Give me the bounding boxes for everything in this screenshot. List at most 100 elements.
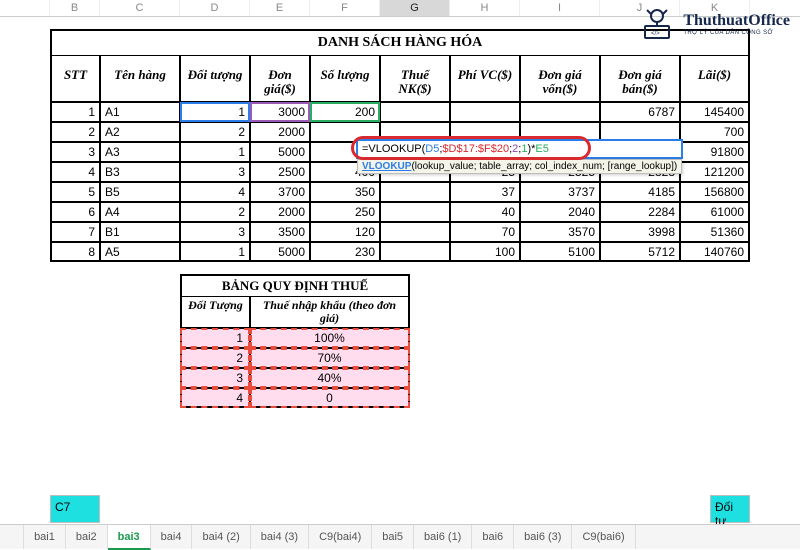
cell-dg[interactable]: 5000	[250, 242, 310, 262]
cell-dg[interactable]: 3000	[250, 102, 310, 122]
tax-cell-dt[interactable]: 4	[180, 388, 250, 408]
cell-phi[interactable]: 37	[450, 182, 520, 202]
col-thue: Thuế NK($)	[380, 55, 450, 102]
cell-thue[interactable]	[380, 182, 450, 202]
cell-dt[interactable]: 3	[180, 222, 250, 242]
cell-stt[interactable]: 5	[50, 182, 100, 202]
cell-doituong-frag[interactable]: Đối tư	[710, 495, 750, 523]
sheet-tab[interactable]: bai6 (1)	[414, 525, 472, 549]
cell-sl[interactable]: 200	[310, 102, 380, 122]
sheet-tab[interactable]: bai2	[66, 525, 108, 549]
cell-dg[interactable]: 2000	[250, 202, 310, 222]
cell-phi[interactable]: 70	[450, 222, 520, 242]
cell-stt[interactable]: 2	[50, 122, 100, 142]
cell-ban[interactable]: 2284	[600, 202, 680, 222]
cell-dt[interactable]: 4	[180, 182, 250, 202]
cell-lai[interactable]: 121200	[680, 162, 750, 182]
tax-cell-pct[interactable]: 100%	[250, 328, 410, 348]
cell-ten[interactable]: A3	[100, 142, 180, 162]
col-header[interactable]: F	[310, 0, 380, 16]
cell-phi[interactable]: 40	[450, 202, 520, 222]
cell-ten[interactable]: A1	[100, 102, 180, 122]
cell-dg[interactable]: 2500	[250, 162, 310, 182]
tax-cell-dt[interactable]: 3	[180, 368, 250, 388]
sheet-tab[interactable]: C9(bai4)	[309, 525, 372, 549]
cell-stt[interactable]: 8	[50, 242, 100, 262]
cell-dt[interactable]: 1	[180, 102, 250, 122]
cell-sl[interactable]: 350	[310, 182, 380, 202]
tax-cell-pct[interactable]: 40%	[250, 368, 410, 388]
col-header[interactable]: D	[180, 0, 250, 16]
cell-stt[interactable]: 3	[50, 142, 100, 162]
cell-lai[interactable]: 91800	[680, 142, 750, 162]
cell-dt[interactable]: 1	[180, 142, 250, 162]
sheet-tab[interactable]: bai1	[24, 525, 66, 549]
cell-lai[interactable]: 700	[680, 122, 750, 142]
cell-thue[interactable]	[380, 202, 450, 222]
cell-stt[interactable]: 1	[50, 102, 100, 122]
col-header[interactable]: B	[50, 0, 100, 16]
cell-lai[interactable]: 140760	[680, 242, 750, 262]
sheet-tab[interactable]: bai4	[151, 525, 193, 549]
cell-stt[interactable]: 7	[50, 222, 100, 242]
cell-von[interactable]	[520, 102, 600, 122]
cell-lai[interactable]: 51360	[680, 222, 750, 242]
tax-cell-dt[interactable]: 1	[180, 328, 250, 348]
cell-lai[interactable]: 145400	[680, 102, 750, 122]
col-header[interactable]: I	[520, 0, 600, 16]
cell-lai[interactable]: 61000	[680, 202, 750, 222]
sheet-tab[interactable]: bai4 (3)	[251, 525, 309, 549]
cell-ten[interactable]: B1	[100, 222, 180, 242]
cell-sl[interactable]: 120	[310, 222, 380, 242]
col-header[interactable]: H	[450, 0, 520, 16]
sheet-tab[interactable]: C9(bai6)	[572, 525, 635, 549]
cell-sl[interactable]: 250	[310, 202, 380, 222]
cell-ban[interactable]: 3998	[600, 222, 680, 242]
cell-thue[interactable]	[380, 222, 450, 242]
cell-von[interactable]: 3570	[520, 222, 600, 242]
cell-dg[interactable]: 2000	[250, 122, 310, 142]
cell-dt[interactable]: 2	[180, 202, 250, 222]
cell-ten[interactable]: B5	[100, 182, 180, 202]
cell-von[interactable]: 3737	[520, 182, 600, 202]
cell-dg[interactable]: 3500	[250, 222, 310, 242]
tax-table: BẢNG QUY ĐỊNH THUẾ Đối Tượng Thuế nhập k…	[180, 274, 800, 408]
sheet-tab[interactable]: bai3	[108, 525, 151, 550]
sheet-tab[interactable]: bai6 (3)	[514, 525, 572, 549]
cell-von[interactable]: 2040	[520, 202, 600, 222]
sheet-tab[interactable]: bai5	[372, 525, 414, 549]
cell-phi[interactable]	[450, 102, 520, 122]
cell-ban[interactable]: 6787	[600, 102, 680, 122]
cell-dt[interactable]: 2	[180, 122, 250, 142]
tax-cell-pct[interactable]: 0	[250, 388, 410, 408]
col-header[interactable]	[0, 0, 50, 16]
cell-stt[interactable]: 4	[50, 162, 100, 182]
cell-ban[interactable]: 4185	[600, 182, 680, 202]
cell-von[interactable]: 5100	[520, 242, 600, 262]
cell-thue[interactable]	[380, 102, 450, 122]
tax-cell-pct[interactable]: 70%	[250, 348, 410, 368]
cell-ban[interactable]	[600, 122, 680, 142]
cell-ten[interactable]: A4	[100, 202, 180, 222]
cell-dg[interactable]: 3700	[250, 182, 310, 202]
col-header[interactable]: E	[250, 0, 310, 16]
cell-dt[interactable]: 1	[180, 242, 250, 262]
cell-stt[interactable]: 6	[50, 202, 100, 222]
cell-ten[interactable]: B3	[100, 162, 180, 182]
tax-cell-dt[interactable]: 2	[180, 348, 250, 368]
cell-sl[interactable]: 230	[310, 242, 380, 262]
cell-dg[interactable]: 5000	[250, 142, 310, 162]
cell-ten[interactable]: A2	[100, 122, 180, 142]
col-header-active[interactable]: G	[380, 0, 450, 16]
sheet-tab[interactable]	[0, 525, 24, 549]
cell-c7[interactable]: C7	[50, 495, 100, 523]
col-header[interactable]: C	[100, 0, 180, 16]
cell-ban[interactable]: 5712	[600, 242, 680, 262]
cell-lai[interactable]: 156800	[680, 182, 750, 202]
cell-phi[interactable]: 100	[450, 242, 520, 262]
cell-thue[interactable]	[380, 242, 450, 262]
cell-dt[interactable]: 3	[180, 162, 250, 182]
sheet-tab[interactable]: bai6	[472, 525, 514, 549]
cell-ten[interactable]: A5	[100, 242, 180, 262]
sheet-tab[interactable]: bai4 (2)	[192, 525, 250, 549]
